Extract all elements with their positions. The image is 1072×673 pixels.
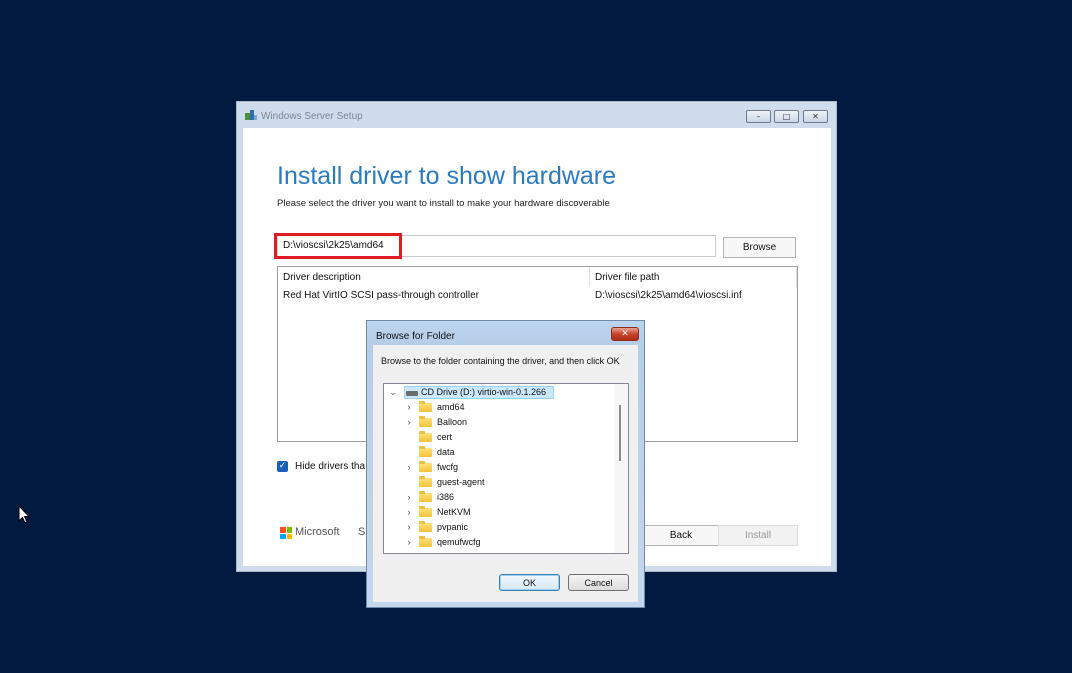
page-subtitle: Please select the driver you want to ins…: [277, 198, 610, 209]
tree-item-qemufwcfg[interactable]: › qemufwcfg: [384, 535, 614, 549]
chevron-right-icon[interactable]: ›: [405, 490, 413, 504]
tree-item-i386[interactable]: › i386: [384, 490, 614, 504]
scrollbar-thumb[interactable]: [619, 405, 621, 461]
chevron-right-icon[interactable]: ›: [405, 520, 413, 534]
microsoft-brand-text: Microsoft: [295, 526, 340, 538]
back-button[interactable]: Back: [641, 525, 721, 546]
tree-item-label: pvpanic: [437, 522, 469, 532]
install-button[interactable]: Install: [718, 525, 798, 546]
tree-root-item[interactable]: ⌄ CD Drive (D:) virtio-win-0.1.266: [384, 385, 616, 399]
folder-icon: [419, 536, 432, 547]
window-title: Windows Server Setup: [261, 111, 363, 122]
tree-item-label: cert: [437, 432, 453, 442]
maximize-button[interactable]: □: [774, 110, 799, 123]
tree-item-cert[interactable]: cert: [384, 430, 614, 444]
tree-item-netkvm[interactable]: › NetKVM: [384, 505, 614, 519]
tree-item-label: qemufwcfg: [437, 537, 481, 547]
folder-icon: [419, 461, 432, 472]
chevron-right-icon[interactable]: ›: [405, 460, 413, 474]
tree-item-amd64[interactable]: › amd64: [384, 400, 614, 414]
support-link[interactable]: S: [358, 526, 365, 538]
table-cell-file-path[interactable]: D:\vioscsi\2k25\amd64\vioscsi.inf: [590, 289, 742, 303]
chevron-right-icon[interactable]: ›: [405, 415, 413, 429]
tree-root-label: CD Drive (D:) virtio-win-0.1.266: [421, 387, 547, 397]
browse-button[interactable]: Browse: [723, 237, 796, 258]
folder-icon: [419, 431, 432, 442]
tree-item-label: data: [437, 447, 455, 457]
setup-app-icon: [245, 110, 257, 120]
folder-icon: [419, 491, 432, 502]
page-title: Install driver to show hardware: [277, 162, 617, 190]
tree-scrollbar[interactable]: [614, 384, 628, 553]
folder-tree[interactable]: ⌄ CD Drive (D:) virtio-win-0.1.266 › amd…: [383, 383, 629, 554]
chevron-right-icon[interactable]: ›: [405, 535, 413, 549]
chevron-down-icon[interactable]: ⌄: [389, 385, 397, 399]
dialog-body: Browse to the folder containing the driv…: [373, 345, 638, 602]
hide-drivers-checkbox[interactable]: ✓: [277, 461, 288, 472]
tree-item-label: guest-agent: [437, 477, 485, 487]
close-button[interactable]: ✕: [803, 110, 828, 123]
tree-item-fwcfg[interactable]: › fwcfg: [384, 460, 614, 474]
path-highlight-box: [274, 233, 402, 259]
folder-icon: [419, 476, 432, 487]
dialog-title: Browse for Folder: [376, 331, 455, 342]
microsoft-logo-icon: [280, 527, 292, 539]
chevron-right-icon[interactable]: ›: [405, 505, 413, 519]
column-header-file-path[interactable]: Driver file path: [590, 267, 797, 287]
minimize-button[interactable]: –: [746, 110, 771, 123]
browse-for-folder-dialog: Browse for Folder ✕ Browse to the folder…: [366, 320, 645, 608]
tree-item-pvpanic[interactable]: › pvpanic: [384, 520, 614, 534]
tree-item-label: fwcfg: [437, 462, 459, 472]
table-cell-description[interactable]: Red Hat VirtIO SCSI pass-through control…: [278, 289, 479, 303]
tree-item-guest-agent[interactable]: guest-agent: [384, 475, 614, 489]
title-bar: Windows Server Setup – □ ✕: [237, 102, 836, 128]
mouse-pointer-icon: [18, 505, 30, 524]
folder-icon: [419, 506, 432, 517]
folder-icon: [419, 401, 432, 412]
dialog-close-button[interactable]: ✕: [611, 327, 639, 341]
cd-drive-icon: [406, 391, 418, 396]
folder-icon: [419, 446, 432, 457]
cancel-button[interactable]: Cancel: [568, 574, 629, 591]
folder-icon: [419, 416, 432, 427]
tree-item-label: NetKVM: [437, 507, 471, 517]
tree-item-data[interactable]: data: [384, 445, 614, 459]
tree-item-label: Balloon: [437, 417, 468, 427]
chevron-right-icon[interactable]: ›: [405, 400, 413, 414]
column-header-description[interactable]: Driver description: [278, 267, 590, 287]
tree-item-balloon[interactable]: › Balloon: [384, 415, 614, 429]
tree-item-label: i386: [437, 492, 455, 502]
hide-drivers-label: Hide drivers tha: [295, 461, 366, 472]
folder-icon: [419, 521, 432, 532]
ok-button[interactable]: OK: [499, 574, 560, 591]
dialog-instruction: Browse to the folder containing the driv…: [381, 356, 620, 366]
tree-item-label: amd64: [437, 402, 465, 412]
